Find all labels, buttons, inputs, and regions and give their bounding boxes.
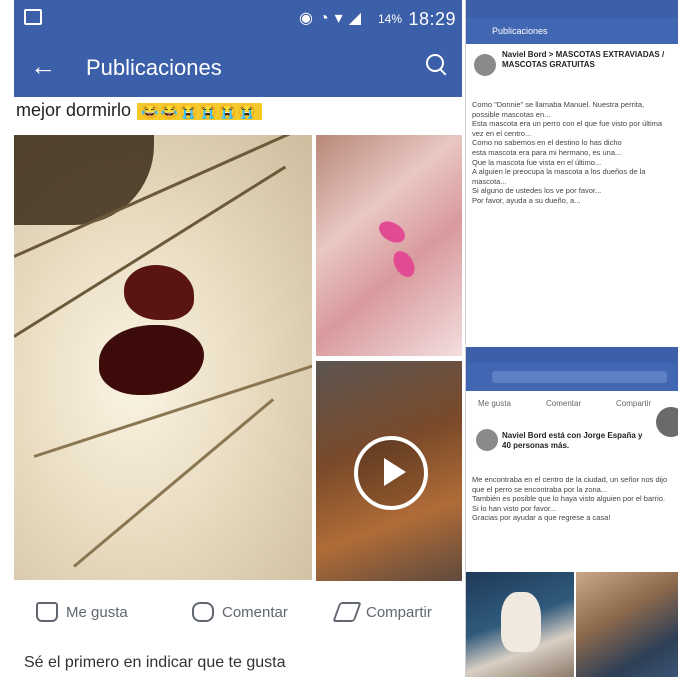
left-phone-screenshot: ◉◔▾◢ 14% 18:29 ← Publicaciones mejor dor…: [0, 0, 462, 677]
status-icons: ◉◔▾◢: [299, 10, 367, 27]
post-video-thumbnail[interactable]: [316, 361, 462, 581]
search-icon[interactable]: [426, 54, 444, 72]
browser-bar: [466, 363, 678, 391]
post-tabs: Me gusta Comentar Compartir: [466, 393, 678, 415]
tab-comment[interactable]: Comentar: [546, 399, 581, 408]
post-photo-hand[interactable]: [316, 135, 462, 356]
nail-shape: [389, 247, 419, 281]
dark-stain: [99, 325, 204, 395]
status-bar: [466, 347, 678, 363]
thumbs-up-icon: [36, 602, 58, 622]
like-button[interactable]: Me gusta: [36, 602, 128, 622]
post-caption: mejor dormirlo 😂😂😭😭😭😭: [16, 100, 262, 128]
post-header: Naviel Bord > MASCOTAS EXTRAVIADAS / MAS…: [502, 50, 665, 69]
avatar[interactable]: [474, 54, 496, 76]
play-button-icon[interactable]: [354, 436, 428, 510]
photo-shadow: [14, 135, 154, 225]
clock: 18:29: [408, 9, 456, 29]
share-arrow-icon: [332, 602, 362, 622]
post-actions: Me gusta Comentar Compartir: [14, 590, 462, 640]
back-arrow-icon[interactable]: ←: [30, 53, 56, 79]
like-label: Me gusta: [66, 603, 128, 621]
status-bar: [466, 0, 678, 18]
notification-icon: [24, 9, 42, 25]
comment-label: Comentar: [222, 603, 288, 621]
caption-text: mejor dormirlo: [16, 100, 132, 120]
battery-level: 14%: [377, 12, 402, 26]
post-photo-main[interactable]: [14, 135, 312, 580]
status-bar: ◉◔▾◢ 14% 18:29: [14, 0, 462, 40]
avatar[interactable]: [656, 407, 678, 437]
app-bar: ← Publicaciones: [14, 40, 462, 97]
dog-shape: [501, 592, 541, 652]
post-header: Naviel Bord está con Jorge España y 40 p…: [502, 431, 643, 450]
share-button[interactable]: Compartir: [332, 602, 432, 622]
post-photo[interactable]: [576, 572, 678, 677]
avatar[interactable]: [476, 429, 498, 451]
straw-stem: [73, 398, 275, 568]
page-title: Publicaciones: [86, 55, 222, 80]
post-body-text: Como "Donnie" se llamaba Manuel. Nuestra…: [472, 100, 663, 205]
page-title: Publicaciones: [492, 26, 548, 36]
caption-emojis: 😂😂😭😭😭😭: [137, 103, 262, 120]
speech-bubble-icon: [192, 602, 214, 622]
right-top-screenshot: Publicaciones Naviel Bord > MASCOTAS EXT…: [465, 0, 678, 345]
comment-button[interactable]: Comentar: [192, 602, 288, 622]
share-label: Compartir: [366, 603, 432, 621]
first-like-prompt[interactable]: Sé el primero en indicar que te gusta: [24, 654, 285, 672]
tab-like[interactable]: Me gusta: [478, 399, 511, 408]
app-bar: Publicaciones: [466, 18, 678, 44]
post-body-text: Me encontraba en el centro de la ciudad,…: [472, 475, 668, 523]
right-bottom-screenshot: Me gusta Comentar Compartir Naviel Bord …: [465, 347, 678, 677]
url-field[interactable]: [492, 371, 667, 383]
nail-shape: [375, 217, 409, 247]
dark-stain: [124, 265, 194, 320]
tab-share[interactable]: Compartir: [616, 399, 651, 408]
